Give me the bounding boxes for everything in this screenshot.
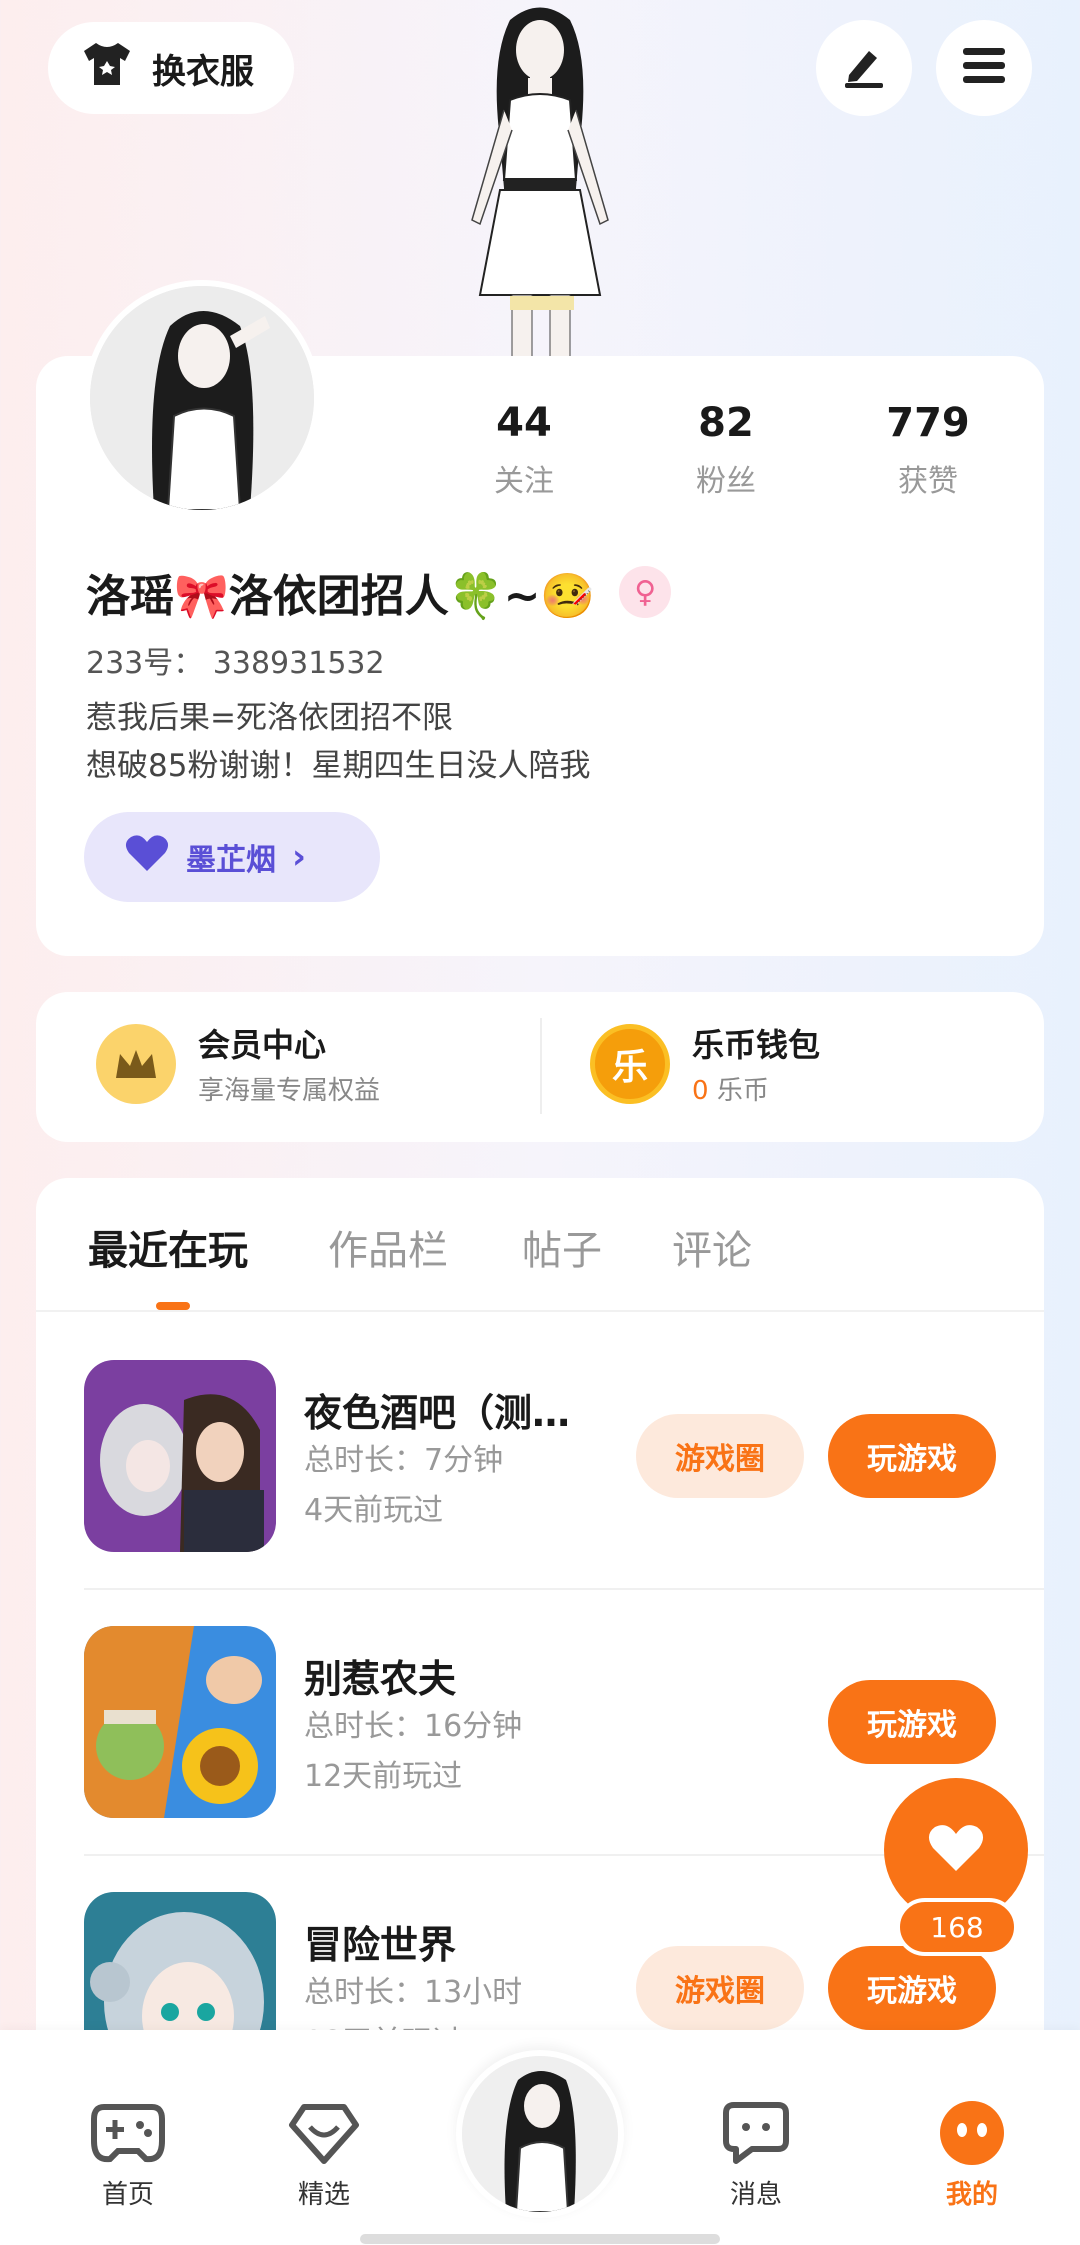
nav-home[interactable]: 首页 [68, 2098, 188, 2211]
wallet-amount: 0 [692, 1076, 709, 1106]
outfit-label: 换衣服 [152, 51, 254, 92]
avatar[interactable] [84, 280, 320, 516]
stat-label: 关注 [494, 464, 554, 499]
tshirt-icon [80, 39, 134, 98]
tab-recent[interactable]: 最近在玩 [88, 1218, 248, 1276]
divider [36, 1310, 1044, 1312]
heart-icon [124, 833, 170, 881]
game-duration: 总时长：7分钟 [304, 1443, 504, 1478]
like-count: 168 [896, 1898, 1018, 1956]
edit-button[interactable] [816, 20, 912, 116]
game-title[interactable]: 别惹农夫 [304, 1648, 604, 1703]
outfit-button[interactable]: 换衣服 [48, 22, 294, 114]
nav-label: 消息 [729, 2180, 782, 2210]
female-icon: ♀ [619, 566, 672, 618]
menu-button[interactable] [936, 20, 1032, 116]
tab-works[interactable]: 作品栏 [328, 1218, 448, 1276]
divider [540, 1018, 542, 1114]
member-title: 会员中心 [198, 1026, 327, 1064]
stat-value: 44 [496, 400, 552, 446]
member-center[interactable]: 会员中心 享海量专属权益 [96, 1020, 380, 1107]
smile-face-icon [912, 2098, 1032, 2168]
fan-group-button[interactable]: 墨芷烟 › [84, 812, 380, 902]
play-game-button[interactable]: 玩游戏 [828, 1680, 996, 1764]
wallet[interactable]: 乐 乐币钱包 0 乐币 [590, 1020, 820, 1107]
game-circle-button[interactable]: 游戏圈 [636, 1414, 804, 1498]
stat-label: 粉丝 [696, 464, 756, 499]
tab-comments[interactable]: 评论 [672, 1218, 752, 1276]
divider [84, 1588, 1044, 1590]
gem-heart-icon [264, 2098, 384, 2168]
game-meta: 总时长：7分钟 4天前玩过 [304, 1436, 503, 1536]
tab-posts[interactable]: 帖子 [522, 1218, 602, 1276]
pen-icon [841, 43, 887, 93]
nav-featured[interactable]: 精选 [264, 2098, 384, 2211]
game-last-played: 12天前玩过 [304, 1759, 463, 1794]
stat-following[interactable]: 44 关注 [424, 400, 624, 500]
coin-icon: 乐 [590, 1023, 670, 1104]
bio-line: 想破85粉谢谢！星期四生日没人陪我 [86, 748, 591, 784]
nav-label: 首页 [101, 2180, 154, 2210]
home-indicator [360, 2234, 720, 2244]
stat-value: 82 [698, 400, 754, 446]
stat-likes[interactable]: 779 获赞 [828, 400, 1028, 500]
wallet-title: 乐币钱包 [692, 1026, 821, 1064]
game-title[interactable]: 夜色酒吧（测试服） [304, 1382, 604, 1437]
user-id[interactable]: 233号： 338931532 [86, 638, 385, 682]
coin-char: 乐 [611, 1046, 648, 1088]
fan-group-label: 墨芷烟 [186, 843, 276, 878]
stat-value: 779 [886, 400, 970, 446]
nickname-row: 洛瑶🎀洛依团招人🍀~🤒 ♀ [86, 560, 672, 624]
game-duration: 总时长：13小时 [304, 1975, 523, 2010]
nav-me[interactable]: 我的 [912, 2098, 1032, 2211]
game-icon-farmer[interactable] [84, 1626, 276, 1818]
game-title[interactable]: 冒险世界 [304, 1914, 604, 1969]
chevron-right-icon: › [292, 837, 307, 877]
nickname: 洛瑶🎀洛依团招人🍀~🤒 [86, 571, 596, 622]
stat-fans[interactable]: 82 粉丝 [626, 400, 826, 500]
nav-avatar[interactable] [456, 2050, 624, 2218]
game-circle-button[interactable]: 游戏圈 [636, 1946, 804, 2030]
game-meta: 总时长：16分钟 12天前玩过 [304, 1702, 522, 1802]
game-duration: 总时长：16分钟 [304, 1709, 523, 1744]
stat-label: 获赞 [898, 464, 958, 499]
hamburger-icon [961, 46, 1007, 90]
member-subtitle: 享海量专属权益 [198, 1076, 381, 1106]
gamepad-icon [68, 2098, 188, 2168]
game-icon-bar[interactable] [84, 1360, 276, 1552]
bio-line: 惹我后果=死洛依团招不限 [86, 700, 453, 736]
nav-label: 精选 [297, 2180, 350, 2210]
wallet-balance: 0 乐币 [692, 1070, 820, 1107]
avatar-character-image [400, 0, 680, 361]
nav-messages[interactable]: 消息 [696, 2098, 816, 2211]
crown-icon [96, 1023, 176, 1104]
chat-bubble-icon [696, 2098, 816, 2168]
play-game-button[interactable]: 玩游戏 [828, 1946, 996, 2030]
play-game-button[interactable]: 玩游戏 [828, 1414, 996, 1498]
heart-icon [927, 1823, 985, 1877]
bio: 惹我后果=死洛依团招不限 想破85粉谢谢！星期四生日没人陪我 [86, 694, 590, 790]
wallet-unit: 乐币 [716, 1076, 769, 1106]
game-last-played: 4天前玩过 [304, 1493, 444, 1528]
nav-label: 我的 [945, 2180, 998, 2210]
tab-indicator [156, 1302, 190, 1310]
